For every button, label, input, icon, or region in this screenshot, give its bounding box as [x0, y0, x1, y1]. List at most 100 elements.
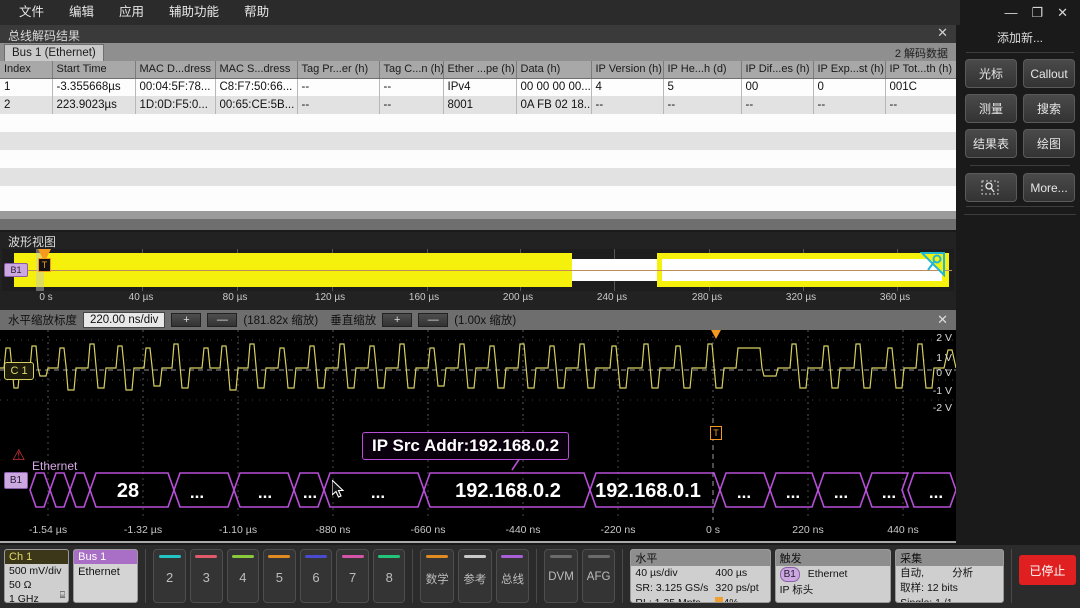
bus-tick: -1.54 µs: [28, 524, 68, 536]
bus-1-badge[interactable]: Bus 1 Ethernet: [73, 549, 139, 603]
cell: --: [663, 96, 742, 114]
search-marker-icon: [981, 180, 999, 194]
v-zoom-plus-button[interactable]: +: [382, 313, 413, 327]
col-ip-version[interactable]: IP Version (h): [591, 61, 664, 79]
afg-button[interactable]: AFG: [581, 549, 616, 603]
channel-6-button[interactable]: 6: [299, 549, 333, 603]
decode-table: Index Start Time MAC D...dress MAC S...d…: [0, 61, 956, 204]
svg-text:...: ...: [190, 483, 204, 502]
v-zoom-minus-button[interactable]: —: [418, 313, 449, 327]
col-index[interactable]: Index: [0, 61, 53, 79]
dvm-button[interactable]: DVM: [544, 549, 578, 603]
analog-grid-and-trace: [0, 330, 956, 418]
h-zoom-scale-field[interactable]: 220.00 ns/div: [83, 312, 166, 328]
col-mac-dest[interactable]: MAC D...dress: [135, 61, 216, 79]
col-tag-proto[interactable]: Tag Pr...er (h): [297, 61, 380, 79]
decode-panel-scroll-footer[interactable]: [0, 219, 956, 230]
analog-waveform-area[interactable]: C 1 2 V 1 V 0 V -1 V -2 V: [0, 330, 956, 418]
bus-button[interactable]: 总线: [495, 549, 530, 603]
position-percent: 4%: [723, 597, 739, 603]
add-search-button[interactable]: 搜索: [1023, 94, 1075, 123]
channel-5-button[interactable]: 5: [263, 549, 296, 603]
bus-decode-waveform-area[interactable]: 28 ... ... ... ... 192.168.0.2 192.168.0…: [0, 418, 956, 520]
channel-1-vdiv: 500 mV/div: [9, 565, 62, 577]
col-tag-ctrl[interactable]: Tag C...n (h): [379, 61, 444, 79]
channel-4-button[interactable]: 4: [226, 549, 260, 603]
run-stop-button[interactable]: 已停止: [1018, 555, 1076, 585]
add-plot-button[interactable]: 绘图: [1023, 129, 1075, 158]
menu-item-utility[interactable]: 辅助功能: [160, 0, 228, 25]
bus-label: 总线: [500, 574, 524, 586]
table-row-empty: [0, 168, 956, 186]
zoom-bar-close-icon[interactable]: ✕: [937, 312, 948, 328]
bus-badge[interactable]: B1: [4, 472, 28, 489]
window-controls: — ❐ ✕: [960, 0, 1080, 25]
cell: --: [741, 96, 814, 114]
bus-trigger-t-label: T: [710, 426, 722, 440]
overview-options-icon[interactable]: ⋮: [949, 262, 954, 273]
channel-7-button[interactable]: 7: [336, 549, 369, 603]
channel-1-impedance: 50 Ω: [9, 579, 32, 591]
decode-table-body[interactable]: Index Start Time MAC D...dress MAC S...d…: [0, 61, 956, 211]
add-measurement-button[interactable]: 测量: [965, 94, 1017, 123]
acquisition-settings-badge[interactable]: 采集 自动, 分析 取样: 12 bits Single: 1 /1: [895, 549, 1004, 603]
menu-item-help[interactable]: 帮助: [235, 0, 278, 25]
v-label: 1 V: [936, 352, 952, 364]
col-start-time[interactable]: Start Time: [52, 61, 136, 79]
dvm-label: DVM: [548, 571, 574, 583]
tab-bus1-ethernet[interactable]: Bus 1 (Ethernet): [4, 44, 104, 61]
channel-2-button[interactable]: 2: [153, 549, 186, 603]
table-row[interactable]: 1 -3.355668µs 00:04:5F:78... C8:F7:50:66…: [0, 78, 956, 96]
svg-text:...: ...: [303, 483, 317, 502]
trigger-settings-badge[interactable]: 触发 B1 Ethernet IP 标头: [774, 549, 892, 603]
analog-channel-badge[interactable]: C 1: [4, 362, 34, 380]
bar-divider: [145, 549, 147, 603]
reference-button[interactable]: 参考: [458, 549, 492, 603]
overview-tick: 120 µs: [314, 292, 346, 303]
channel-3-button[interactable]: 3: [189, 549, 223, 603]
waveform-view-title: 波形视图: [8, 235, 57, 249]
col-ip-explicit[interactable]: IP Exp...st (h): [813, 61, 886, 79]
cell: --: [813, 96, 886, 114]
add-cursor-button[interactable]: 光标: [965, 59, 1017, 88]
channel-8-label: 8: [385, 570, 393, 585]
col-data[interactable]: Data (h): [516, 61, 592, 79]
channel-8-button[interactable]: 8: [372, 549, 406, 603]
channel-1-badge[interactable]: Ch 1 500 mV/div 50 Ω 1 GHz ⌸: [4, 549, 70, 603]
overview-bus-badge[interactable]: B1: [4, 263, 28, 277]
more-button[interactable]: More...: [1023, 173, 1075, 202]
bar-divider-5: [1010, 549, 1012, 603]
add-callout-button[interactable]: Callout: [1023, 59, 1075, 88]
menu-item-edit[interactable]: 编辑: [60, 0, 103, 25]
col-mac-src[interactable]: MAC S...dress: [215, 61, 298, 79]
axis-baseline: [0, 541, 956, 543]
col-ip-header-len[interactable]: IP He...h (d): [663, 61, 742, 79]
cell: --: [379, 96, 444, 114]
restore-icon[interactable]: ❐: [1031, 6, 1043, 19]
add-results-table-button[interactable]: 结果表: [965, 129, 1017, 158]
bus-tick: 440 ns: [887, 524, 919, 536]
menu-item-apps[interactable]: 应用: [110, 0, 153, 25]
channel-1-probe-icon: ⌸: [59, 590, 66, 600]
afg-label: AFG: [586, 571, 611, 583]
math-button[interactable]: 数学: [420, 549, 455, 603]
col-ip-diffserv[interactable]: IP Dif...es (h): [741, 61, 814, 79]
minimize-icon[interactable]: —: [1004, 6, 1017, 19]
callout-ip-src-addr[interactable]: IP Src Addr:192.168.0.2: [362, 432, 570, 460]
col-ethertype[interactable]: Ether ...pe (h): [443, 61, 517, 79]
waveform-overview[interactable]: B1 T ⋮: [2, 249, 954, 291]
zoom-area-icon[interactable]: [920, 251, 946, 277]
decode-panel-close-icon[interactable]: ✕: [937, 25, 948, 41]
bus-tick: 0 s: [705, 524, 721, 536]
search-settings-icon[interactable]: [965, 173, 1017, 202]
h-zoom-plus-button[interactable]: +: [171, 313, 202, 327]
cell: 1: [0, 78, 53, 96]
table-row[interactable]: 2 223.9023µs 1D:0D:F5:0... 00:65:CE:5B..…: [0, 96, 956, 114]
h-zoom-minus-button[interactable]: —: [207, 313, 238, 327]
menu-item-file[interactable]: 文件: [10, 0, 53, 25]
col-ip-total-len[interactable]: IP Tot...th (h): [885, 61, 956, 79]
close-icon[interactable]: ✕: [1057, 6, 1068, 19]
dvm-color: [550, 555, 573, 558]
overview-tick: 200 µs: [502, 292, 534, 303]
horizontal-settings-badge[interactable]: 水平 40 µs/div 400 µs SR: 3.125 GS/s 320 p…: [630, 549, 771, 603]
